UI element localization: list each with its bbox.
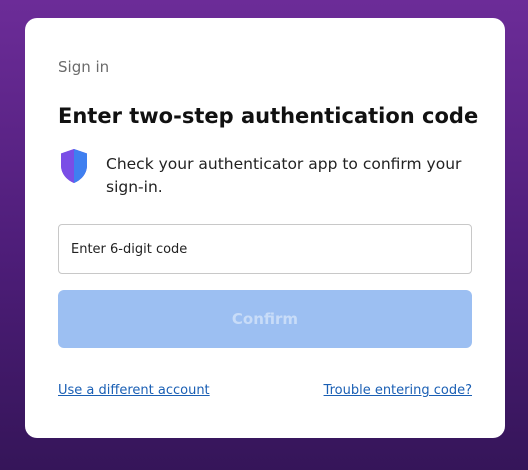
use-different-account-link[interactable]: Use a different account <box>58 383 210 398</box>
instruction-text: Check your authenticator app to confirm … <box>106 155 462 196</box>
trouble-entering-code-link[interactable]: Trouble entering code? <box>324 383 472 398</box>
code-input[interactable] <box>58 224 472 274</box>
sign-in-card: Sign in Enter two-step authentication co… <box>25 18 505 438</box>
sign-in-label: Sign in <box>58 58 110 76</box>
page-title: Enter two-step authentication code <box>58 104 479 128</box>
shield-icon <box>61 149 87 183</box>
confirm-button[interactable]: Confirm <box>58 290 472 348</box>
